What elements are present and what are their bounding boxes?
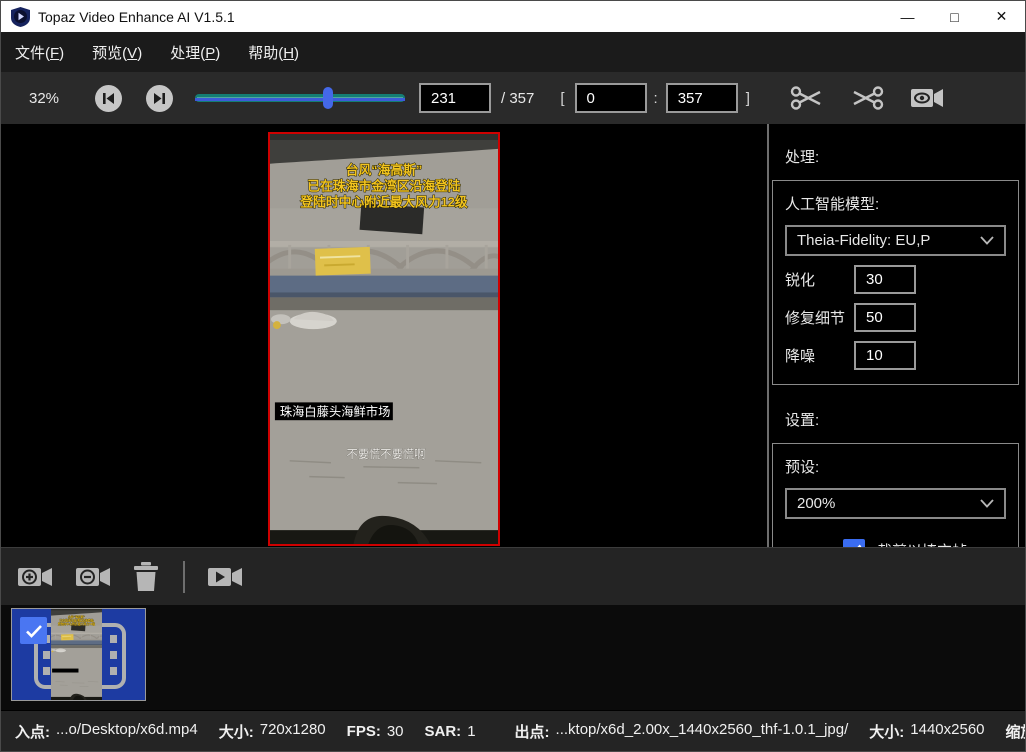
status-scale: 缩放: 200% xyxy=(1006,721,1026,742)
trim-button[interactable] xyxy=(850,83,884,113)
status-sar: SAR: 1 xyxy=(425,723,476,740)
sharpen-label: 锐化 xyxy=(785,269,854,290)
clip-toolbar xyxy=(1,547,1025,605)
status-output-size: 大小: 1440x2560 xyxy=(869,721,984,742)
status-fps: FPS: 30 xyxy=(347,723,404,740)
thumbnail-strip: 台风“海高斯” 已在珠海市金湾区沿海登陆 登陆时中心附近最大风力12级 xyxy=(1,605,1025,710)
process-clip-button[interactable] xyxy=(207,564,243,590)
window-controls: — □ ✕ xyxy=(884,1,1025,32)
trash-icon xyxy=(133,562,159,592)
menu-process[interactable]: 处理(P) xyxy=(170,38,228,67)
preset-label: 预设: xyxy=(785,456,1006,477)
process-header: 处理: xyxy=(785,146,1025,167)
ai-model-group: 人工智能模型: Theia-Fidelity: EU,P 锐化 30 修复细节 … xyxy=(772,180,1019,385)
crop-to-fill-row: 裁剪以填充帧 xyxy=(785,539,1006,547)
current-frame-input[interactable]: 231 xyxy=(419,83,491,113)
cut-button[interactable] xyxy=(790,83,824,113)
status-bar: 入点: ...o/Desktop/x6d.mp4 大小: 720x1280 FP… xyxy=(1,710,1025,751)
chevron-down-icon xyxy=(980,499,994,508)
crop-to-fill-label: 裁剪以填充帧 xyxy=(877,540,967,548)
video-preview[interactable]: 台风“海高斯” 已在珠海市金湾区沿海登陆 登陆时中心附近最大风力12级 珠海白藤… xyxy=(268,132,500,546)
sharpen-input[interactable]: 30 xyxy=(854,265,916,294)
clip-thumbnail-tile[interactable]: 台风“海高斯” 已在珠海市金湾区沿海登陆 登陆时中心附近最大风力12级 xyxy=(11,608,146,701)
denoise-label: 降噪 xyxy=(785,345,854,366)
camera-plus-icon xyxy=(17,564,53,590)
overlay-title-line3: 登陆时中心附近最大风力12级 xyxy=(299,194,468,209)
chevron-down-icon xyxy=(980,236,994,245)
slider-handle[interactable] xyxy=(323,87,333,109)
camera-eye-icon xyxy=(910,86,944,110)
clip-selected-checkbox[interactable] xyxy=(20,617,47,644)
minimize-button[interactable]: — xyxy=(884,1,931,32)
delete-clip-button[interactable] xyxy=(133,562,159,592)
preview-canvas: 台风“海高斯” 已在珠海市金湾区沿海登陆 登陆时中心附近最大风力12级 珠海白藤… xyxy=(1,124,767,547)
denoise-row: 降噪 10 xyxy=(785,341,1006,370)
settings-panel: 处理: 人工智能模型: Theia-Fidelity: EU,P 锐化 30 修… xyxy=(767,124,1025,547)
zoom-level-label: 32% xyxy=(29,90,69,107)
caption-text: 不要慌不要慌啊 xyxy=(346,448,425,461)
settings-header: 设置: xyxy=(785,409,1025,430)
overlay-title-line2: 已在珠海市金湾区沿海登陆 xyxy=(307,178,460,193)
preset-group: 预设: 200% 裁剪以填充帧 xyxy=(772,443,1019,547)
preview-button[interactable] xyxy=(910,86,944,110)
restore-detail-input[interactable]: 50 xyxy=(854,303,916,332)
status-input-file: 入点: ...o/Desktop/x6d.mp4 xyxy=(15,721,198,742)
trim-start-input[interactable]: 0 xyxy=(575,83,647,113)
location-label: 珠海白藤头海鲜市场 xyxy=(280,404,391,419)
trim-open-bracket: [ xyxy=(560,90,564,107)
preset-value: 200% xyxy=(797,495,835,512)
crop-to-fill-checkbox[interactable] xyxy=(843,539,865,547)
main-area: 台风“海高斯” 已在珠海市金湾区沿海登陆 登陆时中心附近最大风力12级 珠海白藤… xyxy=(1,124,1025,547)
window-title: Topaz Video Enhance AI V1.5.1 xyxy=(38,9,235,25)
clipbar-divider xyxy=(183,561,185,593)
status-output-file: 出点: ...ktop/x6d_2.00x_1440x2560_thf-1.0.… xyxy=(515,721,849,742)
timeline-slider[interactable] xyxy=(195,86,405,110)
menu-help[interactable]: 帮助(H) xyxy=(248,38,307,67)
app-window: Topaz Video Enhance AI V1.5.1 — □ ✕ 文件(F… xyxy=(0,0,1026,752)
app-logo-icon xyxy=(11,7,30,27)
denoise-input[interactable]: 10 xyxy=(854,341,916,370)
camera-minus-icon xyxy=(75,564,111,590)
checkmark-icon xyxy=(25,624,43,638)
skip-to-end-icon xyxy=(153,92,166,105)
preset-select[interactable]: 200% xyxy=(785,488,1006,519)
maximize-button[interactable]: □ xyxy=(931,1,978,32)
svg-text:登陆时中心附近最大风力12级: 登陆时中心附近最大风力12级 xyxy=(57,622,95,626)
camera-play-icon xyxy=(207,564,243,590)
checkmark-icon xyxy=(846,544,862,548)
menu-file[interactable]: 文件(F) xyxy=(15,38,72,67)
restore-detail-label: 修复细节 xyxy=(785,307,854,328)
video-scene: 台风“海高斯” 已在珠海市金湾区沿海登陆 登陆时中心附近最大风力12级 珠海白藤… xyxy=(270,134,498,544)
sharpen-row: 锐化 30 xyxy=(785,265,1006,294)
playback-toolbar: 32% 231 / 357 [ 0 : 357 ] xyxy=(1,72,1025,124)
menu-preview[interactable]: 预览(V) xyxy=(92,38,150,67)
skip-to-start-button[interactable] xyxy=(95,85,122,112)
scissors-icon xyxy=(790,83,824,113)
title-bar: Topaz Video Enhance AI V1.5.1 — □ ✕ xyxy=(1,1,1025,32)
trim-end-input[interactable]: 357 xyxy=(666,83,738,113)
ai-model-value: Theia-Fidelity: EU,P xyxy=(797,232,930,249)
skip-to-end-button[interactable] xyxy=(146,85,173,112)
scissors-mirrored-icon xyxy=(850,83,884,113)
trim-close-bracket: ] xyxy=(746,90,750,107)
remove-clip-button[interactable] xyxy=(75,564,111,590)
restore-detail-row: 修复细节 50 xyxy=(785,303,1006,332)
ai-model-select[interactable]: Theia-Fidelity: EU,P xyxy=(785,225,1006,256)
trim-separator: : xyxy=(654,90,658,107)
skip-to-start-icon xyxy=(102,92,115,105)
menu-bar: 文件(F) 预览(V) 处理(P) 帮助(H) xyxy=(1,32,1025,72)
status-input-size: 大小: 720x1280 xyxy=(219,721,326,742)
close-button[interactable]: ✕ xyxy=(978,1,1025,32)
slider-progress xyxy=(195,98,405,101)
add-clip-button[interactable] xyxy=(17,564,53,590)
clip-thumbnail-image: 台风“海高斯” 已在珠海市金湾区沿海登陆 登陆时中心附近最大风力12级 xyxy=(51,609,102,700)
total-frames-label: / 357 xyxy=(501,90,534,107)
ai-model-label: 人工智能模型: xyxy=(785,193,1006,214)
overlay-title-line1: 台风“海高斯” xyxy=(346,163,423,178)
